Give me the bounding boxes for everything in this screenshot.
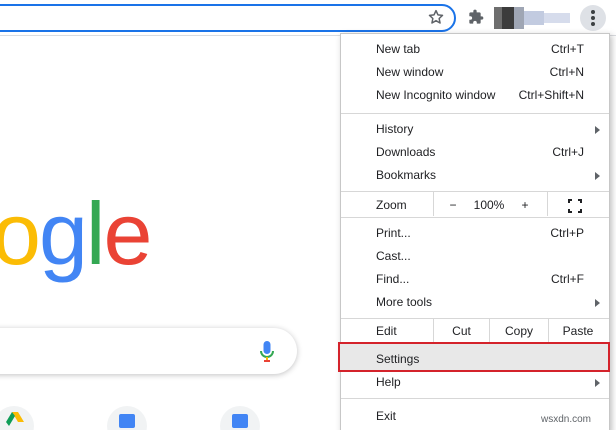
- menu-item-more-tools[interactable]: More tools: [341, 291, 609, 314]
- menu-item-label: History: [376, 122, 414, 136]
- menu-item-label: Find...: [376, 272, 410, 286]
- browser-toolbar: [0, 0, 616, 36]
- menu-row-zoom: Zoom − 100% +: [341, 191, 609, 217]
- submenu-arrow-icon: [595, 172, 600, 180]
- edit-label: Edit: [376, 324, 397, 338]
- menu-item-new-tab[interactable]: New tab Ctrl+T: [341, 38, 609, 61]
- menu-item-label: Settings: [376, 352, 420, 366]
- menu-item-new-incognito[interactable]: New Incognito window Ctrl+Shift+N: [341, 84, 609, 107]
- menu-item-label: Help: [376, 375, 401, 389]
- puzzle-icon[interactable]: [468, 9, 484, 25]
- menu-row-edit: Edit Cut Copy Paste: [341, 319, 609, 343]
- paste-button[interactable]: Paste: [549, 320, 607, 343]
- menu-item-settings[interactable]: Settings: [341, 348, 609, 371]
- star-icon[interactable]: [427, 8, 445, 26]
- google-logo: ogle: [0, 190, 152, 278]
- menu-item-shortcut: Ctrl+F: [551, 272, 584, 286]
- menu-separator: [341, 191, 609, 192]
- logo-letter-l: l: [85, 184, 106, 283]
- menu-item-find[interactable]: Find... Ctrl+F: [341, 268, 609, 291]
- shortcut-tile[interactable]: [0, 406, 34, 430]
- logo-letter-g: g: [38, 184, 88, 283]
- google-search-box[interactable]: [0, 328, 297, 374]
- zoom-level: 100%: [473, 198, 505, 212]
- menu-item-label: New window: [376, 65, 444, 79]
- menu-item-label: More tools: [376, 295, 433, 309]
- menu-separator: [341, 398, 609, 399]
- zoom-in-button[interactable]: +: [513, 194, 537, 217]
- logo-letter-o: o: [0, 184, 41, 283]
- menu-item-bookmarks[interactable]: Bookmarks: [341, 164, 609, 187]
- menu-item-label: New Incognito window: [376, 88, 496, 102]
- menu-item-shortcut: Ctrl+N: [549, 65, 584, 79]
- profile-avatar[interactable]: [494, 7, 574, 29]
- menu-item-label: Exit: [376, 409, 397, 423]
- menu-item-shortcut: Ctrl+J: [552, 145, 584, 159]
- cut-button[interactable]: Cut: [434, 320, 489, 343]
- submenu-arrow-icon: [595, 126, 600, 134]
- menu-separator: [341, 318, 609, 319]
- zoom-out-button[interactable]: −: [441, 194, 465, 217]
- menu-item-downloads[interactable]: Downloads Ctrl+J: [341, 141, 609, 164]
- address-bar[interactable]: [0, 4, 456, 32]
- watermark: wsxdn.com: [541, 414, 592, 425]
- shortcut-tile[interactable]: [107, 406, 147, 430]
- menu-item-shortcut: Ctrl+T: [551, 42, 584, 56]
- menu-item-cast[interactable]: Cast...: [341, 245, 609, 268]
- menu-separator: [341, 217, 609, 218]
- menu-item-label: Downloads: [376, 145, 436, 159]
- menu-item-new-window[interactable]: New window Ctrl+N: [341, 61, 609, 84]
- menu-separator: [341, 113, 609, 114]
- logo-letter-e: e: [103, 184, 152, 283]
- shortcut-tile[interactable]: [220, 406, 260, 430]
- menu-item-shortcut: Ctrl+Shift+N: [518, 88, 584, 102]
- copy-button[interactable]: Copy: [490, 320, 548, 343]
- submenu-arrow-icon: [595, 379, 600, 387]
- kebab-icon[interactable]: [580, 5, 606, 31]
- menu-item-label: Bookmarks: [376, 168, 437, 182]
- menu-item-label: Cast...: [376, 249, 411, 263]
- zoom-label: Zoom: [376, 198, 407, 212]
- mic-icon[interactable]: [260, 341, 274, 363]
- chrome-main-menu: New tab Ctrl+T New window Ctrl+N New Inc…: [338, 33, 610, 430]
- submenu-arrow-icon: [595, 299, 600, 307]
- menu-item-history[interactable]: History: [341, 118, 609, 141]
- menu-item-shortcut: Ctrl+P: [550, 226, 584, 240]
- menu-item-help[interactable]: Help: [341, 371, 609, 394]
- fullscreen-icon[interactable]: [568, 199, 582, 213]
- menu-item-label: New tab: [376, 42, 421, 56]
- menu-item-label: Print...: [376, 226, 411, 240]
- menu-item-print[interactable]: Print... Ctrl+P: [341, 222, 609, 245]
